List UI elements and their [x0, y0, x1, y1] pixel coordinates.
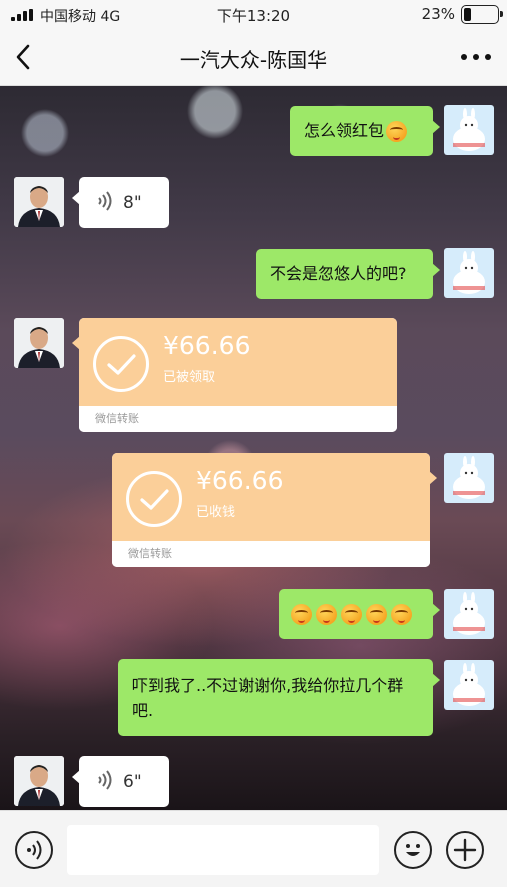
transfer-footer: 微信转账	[112, 541, 430, 567]
more-options-button[interactable]	[459, 44, 493, 70]
self-avatar[interactable]	[444, 248, 494, 298]
transfer-amount: ¥66.66	[196, 466, 284, 495]
self-avatar[interactable]	[444, 453, 494, 503]
chat-area[interactable]: 怎么领红包 8" 不会是忽悠人的吧? ¥66.66 已被领取 微信转账 ¥66.…	[0, 86, 507, 810]
checkmark-icon	[93, 336, 149, 392]
cartoon-bunny-icon	[453, 251, 485, 294]
emoji-icon	[291, 604, 312, 625]
emoji-icon	[391, 604, 412, 625]
battery-icon	[461, 5, 503, 24]
chat-title: 一汽大众-陈国华	[179, 48, 328, 72]
emoji-icon	[341, 604, 362, 625]
person-avatar-icon	[14, 756, 64, 806]
add-button[interactable]	[446, 831, 484, 869]
voice-input-button[interactable]	[15, 831, 53, 869]
message-text: 吓到我了..不过谢谢你,我给你拉几个群吧.	[132, 676, 404, 720]
emoji-icon	[316, 604, 337, 625]
voice-wave-icon	[98, 770, 112, 790]
transfer-status: 已收钱	[196, 505, 236, 520]
voice-message-bubble[interactable]: 8"	[72, 177, 169, 228]
self-message-bubble[interactable]: 吓到我了..不过谢谢你,我给你拉几个群吧.	[118, 659, 440, 736]
person-avatar-icon	[14, 177, 64, 227]
voice-duration: 8"	[123, 193, 142, 213]
smiley-icon	[406, 844, 420, 856]
cartoon-bunny-icon	[453, 456, 485, 499]
chat-header: 一汽大众-陈国华	[0, 30, 507, 86]
voice-wave-icon	[98, 191, 112, 211]
self-avatar[interactable]	[444, 660, 494, 710]
transfer-footer: 微信转账	[79, 406, 397, 432]
voice-message-bubble[interactable]: 6"	[72, 756, 169, 807]
message-input[interactable]	[67, 825, 379, 875]
voice-duration: 6"	[123, 772, 142, 792]
self-message-bubble[interactable]: 怎么领红包	[290, 106, 440, 156]
self-message-bubble[interactable]: 不会是忽悠人的吧?	[256, 249, 440, 299]
transfer-card[interactable]: ¥66.66 已收钱 微信转账	[112, 453, 437, 567]
contact-avatar[interactable]	[14, 318, 64, 368]
emoji-icon	[366, 604, 387, 625]
person-avatar-icon	[14, 318, 64, 368]
voice-icon	[27, 840, 42, 860]
transfer-card[interactable]: ¥66.66 已被领取 微信转账	[72, 318, 397, 432]
emoji-icon	[386, 121, 408, 142]
contact-avatar[interactable]	[14, 177, 64, 227]
battery-percentage: 23%	[421, 5, 455, 23]
cartoon-bunny-icon	[453, 592, 485, 635]
contact-avatar[interactable]	[14, 756, 64, 806]
message-text: 怎么领红包	[304, 121, 385, 140]
emoji-button[interactable]	[394, 831, 432, 869]
self-avatar[interactable]	[444, 589, 494, 639]
plus-icon	[453, 838, 477, 862]
transfer-status: 已被领取	[163, 370, 216, 385]
cartoon-bunny-icon	[453, 663, 485, 706]
checkmark-icon	[126, 471, 182, 527]
transfer-amount: ¥66.66	[163, 331, 251, 360]
cartoon-bunny-icon	[453, 108, 485, 151]
status-bar: 中国移动 4G 下午13:20 23%	[0, 0, 507, 30]
input-bar	[0, 810, 507, 887]
self-avatar[interactable]	[444, 105, 494, 155]
self-message-bubble[interactable]	[279, 589, 440, 639]
message-text: 不会是忽悠人的吧?	[270, 264, 407, 283]
